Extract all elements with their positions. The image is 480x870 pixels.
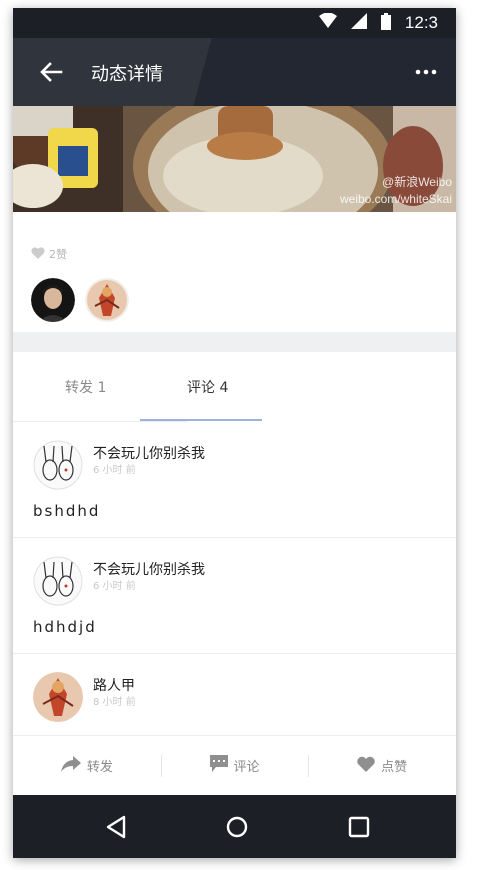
- avatar[interactable]: [33, 440, 83, 490]
- avatar[interactable]: [33, 672, 83, 722]
- avatar[interactable]: [33, 556, 83, 606]
- action-bar: 转发 评论 点赞: [13, 735, 456, 795]
- list-item[interactable]: 不会玩儿你别杀我 6 小时 前 bshdhd: [13, 422, 456, 538]
- comment-list: 不会玩儿你别杀我 6 小时 前 bshdhd 不会玩儿你别杀我 6 小时 前 h…: [13, 422, 456, 739]
- watermark-handle: @新浪Weibo: [382, 175, 452, 189]
- comment-body: hdhdjd: [33, 618, 97, 636]
- signal-icon: [350, 13, 367, 33]
- list-item[interactable]: 路人甲 8 小时 前: [13, 654, 456, 739]
- back-triangle-icon[interactable]: [100, 811, 132, 843]
- comment-author[interactable]: 不会玩儿你别杀我: [93, 443, 205, 463]
- comment-author[interactable]: 路人甲: [93, 675, 135, 695]
- more-dots-icon[interactable]: [414, 60, 438, 84]
- likes-section: 2赞: [13, 212, 456, 332]
- avatar[interactable]: [85, 278, 129, 322]
- like-count-row: 2赞: [31, 244, 67, 263]
- tab-repost[interactable]: 转发 1: [65, 377, 106, 397]
- comment-body: bshdhd: [33, 502, 101, 520]
- app-bar: 动态详情: [13, 38, 456, 106]
- system-nav-bar: [13, 795, 456, 858]
- status-time: 12:3: [404, 13, 438, 32]
- section-divider: [13, 332, 456, 352]
- comment-time: 8 小时 前: [93, 697, 136, 708]
- comment-time: 6 小时 前: [93, 465, 136, 476]
- like-label: 点赞: [381, 760, 408, 775]
- home-circle-icon[interactable]: [221, 811, 253, 843]
- recents-square-icon[interactable]: [343, 811, 375, 843]
- battery-icon: [380, 12, 391, 34]
- list-item[interactable]: 不会玩儿你别杀我 6 小时 前 hdhdjd: [13, 538, 456, 654]
- wifi-icon: [318, 12, 337, 33]
- post-image[interactable]: @新浪Weibo weibo.com/whiteSkai: [13, 106, 456, 212]
- arrow-left-icon[interactable]: [37, 58, 65, 86]
- comment-label: 评论: [233, 760, 260, 775]
- like-count: 2赞: [49, 247, 67, 261]
- like-button[interactable]: 点赞: [308, 736, 456, 795]
- comment-time: 6 小时 前: [93, 581, 136, 592]
- share-arrow-icon: [60, 755, 81, 776]
- repost-label: 转发: [86, 760, 113, 775]
- liker-avatars: [31, 278, 129, 322]
- status-bar: 12:3: [13, 8, 456, 38]
- repost-button[interactable]: 转发: [13, 736, 161, 795]
- active-tab-indicator: [140, 419, 262, 421]
- phone-screen: 12:3 动态详情 @新浪Weibo weibo.com/whiteSkai 2…: [13, 8, 456, 858]
- page-title: 动态详情: [91, 64, 163, 85]
- watermark-url: weibo.com/whiteSkai: [339, 192, 452, 206]
- heart-icon: [357, 756, 375, 776]
- comment-bubble-icon: [209, 755, 228, 776]
- heart-icon: [31, 244, 45, 263]
- detail-tabs: 转发 1 评论 4: [13, 352, 456, 493]
- comment-author[interactable]: 不会玩儿你别杀我: [93, 559, 205, 579]
- comment-button[interactable]: 评论: [160, 736, 309, 795]
- avatar[interactable]: [31, 278, 75, 322]
